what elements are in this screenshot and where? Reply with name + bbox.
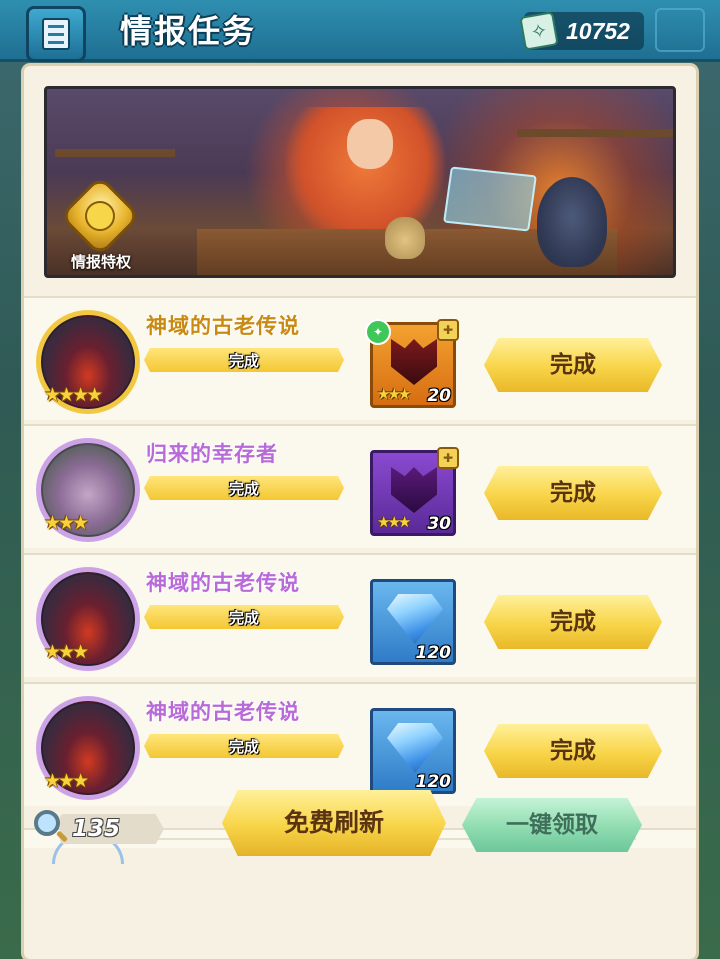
decorative-frame-icon — [655, 8, 705, 52]
quest-name: 神域的古老传说 — [146, 314, 300, 338]
reward-item[interactable]: 120 — [370, 579, 456, 665]
currency-value: 10752 — [566, 18, 630, 44]
intel-privilege-button[interactable]: 情报特权 — [53, 174, 149, 275]
diamond-icon — [387, 594, 443, 644]
rating-stars: ★★★ — [44, 641, 89, 663]
quest-row: ★★★ 归来的幸存者 完成 ✚ ★★★ 30 完成 — [24, 424, 696, 548]
reward-quantity: 20 — [427, 386, 451, 406]
complete-button[interactable]: 完成 — [484, 338, 662, 392]
progress-label: 完成 — [228, 609, 259, 627]
complete-button[interactable]: 完成 — [484, 595, 662, 649]
rating-stars: ★★★ — [44, 512, 89, 534]
reward-quantity: 30 — [427, 514, 451, 534]
reward-stars: ★★★ — [377, 385, 411, 403]
reward-quantity: 120 — [415, 643, 452, 663]
coin-sack-illustration — [385, 217, 425, 259]
free-refresh-button[interactable]: 免费刷新 — [222, 790, 446, 856]
complete-button[interactable]: 完成 — [484, 466, 662, 520]
quest-row: ★★★ 神域的古老传说 完成 120 完成 — [24, 682, 696, 806]
intel-ticket-icon: ✧ — [519, 11, 559, 51]
quest-row: ★★★★ 神域的古老传说 完成 ✦ ✚ ★★★ 20 完成 — [24, 296, 696, 420]
complete-button[interactable]: 完成 — [484, 724, 662, 778]
progress-label: 完成 — [228, 738, 259, 756]
reward-quantity: 120 — [415, 772, 452, 792]
demon-emblem-icon — [391, 467, 437, 513]
demon-emblem-icon — [391, 339, 437, 385]
reward-item[interactable]: ✚ ★★★ 30 — [370, 447, 459, 536]
page-title: 情报任务 — [120, 12, 257, 50]
banner-image: 情报特权 — [44, 86, 676, 278]
progress-label: 完成 — [228, 352, 259, 370]
progress-bar: 完成 — [144, 476, 344, 500]
creature-illustration — [537, 177, 607, 267]
quest-name: 神域的古老传说 — [146, 700, 300, 724]
header-bar: 情报任务 ✧ 10752 — [0, 0, 720, 62]
quest-name: 神域的古老传说 — [146, 571, 300, 595]
diamond-icon — [387, 723, 443, 773]
currency-display: ✧ 10752 — [519, 11, 644, 51]
magnifier-value: 135 — [72, 816, 121, 842]
puzzle-piece-icon: ✚ — [437, 319, 459, 341]
privilege-label: 情报特权 — [70, 253, 131, 271]
progress-label: 完成 — [228, 480, 259, 498]
progress-bar: 完成 — [144, 348, 344, 372]
quest-name: 归来的幸存者 — [146, 442, 278, 466]
reward-item[interactable]: 120 — [370, 708, 456, 794]
progress-bar: 完成 — [144, 734, 344, 758]
reward-item[interactable]: ✦ ✚ ★★★ 20 — [365, 319, 459, 408]
rating-stars: ★★★★ — [44, 384, 103, 406]
progress-bar: 完成 — [144, 605, 344, 629]
rating-stars: ★★★ — [44, 770, 89, 792]
quest-row: ★★★ 神域的古老传说 完成 120 完成 — [24, 553, 696, 677]
hologram-map-illustration — [443, 166, 537, 232]
magnifier-icon — [34, 810, 60, 836]
puzzle-piece-icon: ✚ — [437, 447, 459, 469]
green-badge-icon: ✦ — [365, 319, 391, 345]
scroll-icon[interactable] — [26, 6, 86, 62]
magnifier-counter: 135 — [30, 808, 164, 848]
claim-all-button[interactable]: 一键领取 — [462, 798, 642, 852]
reward-stars: ★★★ — [377, 513, 411, 531]
